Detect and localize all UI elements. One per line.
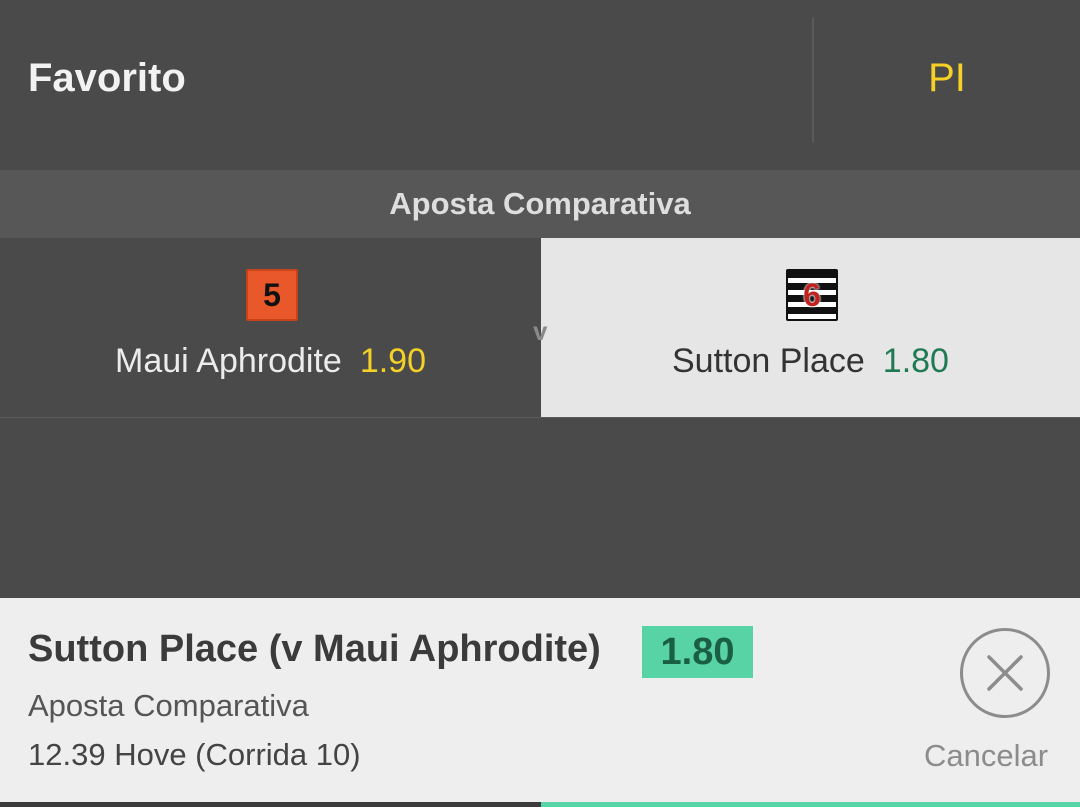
- empty-area: [0, 418, 1080, 598]
- bet-slip-market: Aposta Comparativa: [28, 688, 309, 723]
- saddle-number: 6: [803, 276, 821, 313]
- header-title: Favorito: [28, 56, 186, 100]
- slip-bar-left: [0, 802, 541, 807]
- selection-row: 5 Maui Aphrodite 1.90 6 Sutton Place 1.80 …: [0, 238, 1080, 418]
- saddle-number: 5: [263, 276, 281, 313]
- runner-name: Maui Aphrodite: [115, 342, 342, 380]
- runner-odds: 1.80: [882, 342, 949, 380]
- saddle-cloth-icon: 6: [786, 269, 838, 321]
- runner-name: Sutton Place: [672, 342, 865, 380]
- bet-slip-odds-badge: 1.80: [642, 626, 753, 678]
- slip-bar-right: [541, 802, 1080, 807]
- saddle-cloth-icon: 5: [246, 269, 298, 321]
- runner-line: Maui Aphrodite 1.90: [0, 342, 541, 381]
- runner-odds: 1.90: [359, 342, 426, 380]
- runner-option-sutton-place[interactable]: 6 Sutton Place 1.80: [541, 238, 1080, 417]
- close-icon: [987, 655, 1023, 691]
- bet-slip-title: Sutton Place (v Maui Aphrodite): [28, 628, 601, 670]
- runner-line: Sutton Place 1.80: [541, 342, 1080, 381]
- bet-slip: Sutton Place (v Maui Aphrodite) 1.80 Apo…: [0, 598, 1080, 807]
- bet-slip-race: 12.39 Hove (Corrida 10): [28, 737, 361, 772]
- header: Favorito PI: [0, 0, 1080, 170]
- versus-label: v: [533, 316, 548, 346]
- runner-option-maui-aphrodite[interactable]: 5 Maui Aphrodite 1.90: [0, 238, 541, 417]
- cancel-button[interactable]: [960, 628, 1050, 718]
- pl-label[interactable]: PI: [814, 56, 1080, 101]
- section-bar: Aposta Comparativa: [0, 170, 1080, 238]
- cancel-label[interactable]: Cancelar: [910, 738, 1062, 774]
- section-title: Aposta Comparativa: [389, 186, 691, 221]
